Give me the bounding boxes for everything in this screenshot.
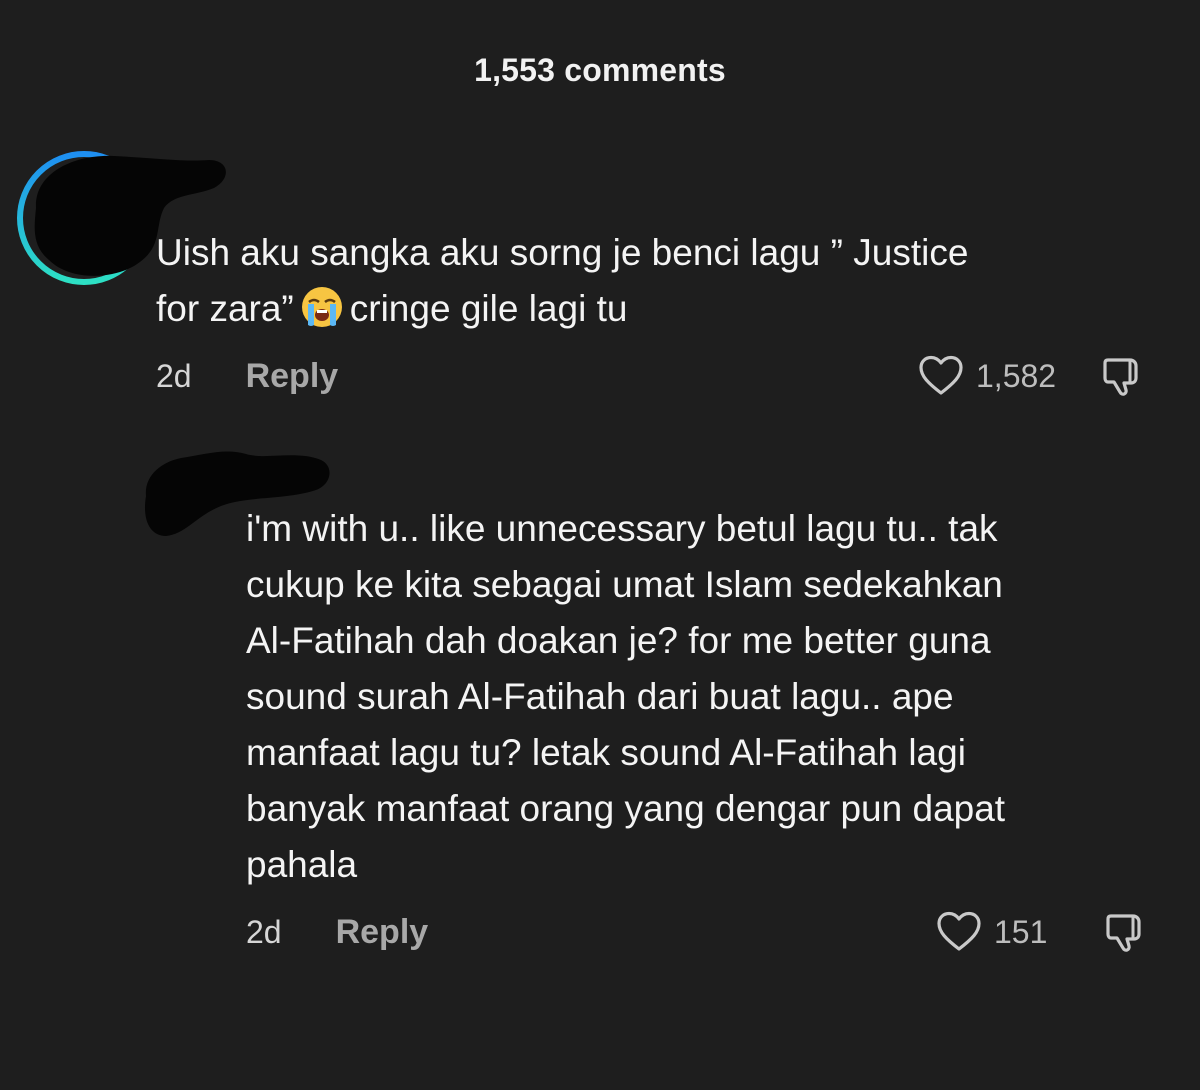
- comment-text-fragment: cringe gile lagi tu: [349, 288, 628, 329]
- heart-outline-icon[interactable]: [936, 911, 982, 953]
- like-count: 1,582: [976, 357, 1057, 394]
- like-group: 151: [936, 910, 1147, 954]
- thumbs-down-icon[interactable]: [1103, 910, 1147, 954]
- comment-meta: 2d Reply: [246, 910, 428, 954]
- comment-time: 2d: [156, 357, 192, 394]
- comment-text-line: cukup ke kita sebagai umat Islam sedekah…: [246, 564, 1003, 605]
- comment-text: i'm with u.. like unnecessary betul lagu…: [246, 501, 1186, 893]
- comment-item: Uish aku sangka aku sorng je benci lagu …: [0, 0, 1200, 420]
- comment-text-line: Al-Fatihah dah doakan je? for me better …: [246, 620, 991, 661]
- loudly-crying-face-icon: [300, 285, 344, 329]
- comment-text-line: banyak manfaat orang yang dengar pun dap…: [246, 788, 1006, 829]
- comment-text-line: pahala: [246, 844, 358, 885]
- thumbs-down-icon[interactable]: [1100, 354, 1144, 398]
- comment-text-line: manfaat lagu tu? letak sound Al-Fatihah …: [246, 732, 966, 773]
- reply-button[interactable]: Reply: [246, 357, 339, 396]
- comment-text-line: i'm with u.. like unnecessary betul lagu…: [246, 508, 998, 549]
- like-group: 1,582: [918, 354, 1144, 398]
- heart-outline-icon[interactable]: [918, 355, 964, 397]
- comment-text-fragment: for zara”: [156, 288, 294, 329]
- like-count: 151: [994, 913, 1048, 950]
- comment-text: Uish aku sangka aku sorng je benci lagu …: [156, 225, 1166, 337]
- comment-item: i'm with u.. like unnecessary betul lagu…: [0, 420, 1200, 980]
- reply-button[interactable]: Reply: [336, 913, 429, 952]
- comment-meta: 2d Reply: [156, 354, 338, 398]
- comment-text-line: for zara” cringe gile lagi tu: [156, 281, 1166, 337]
- comment-text-line: sound surah Al-Fatihah dari buat lagu.. …: [246, 676, 954, 717]
- comment-time: 2d: [246, 913, 282, 950]
- comment-text-line: Uish aku sangka aku sorng je benci lagu …: [156, 232, 969, 273]
